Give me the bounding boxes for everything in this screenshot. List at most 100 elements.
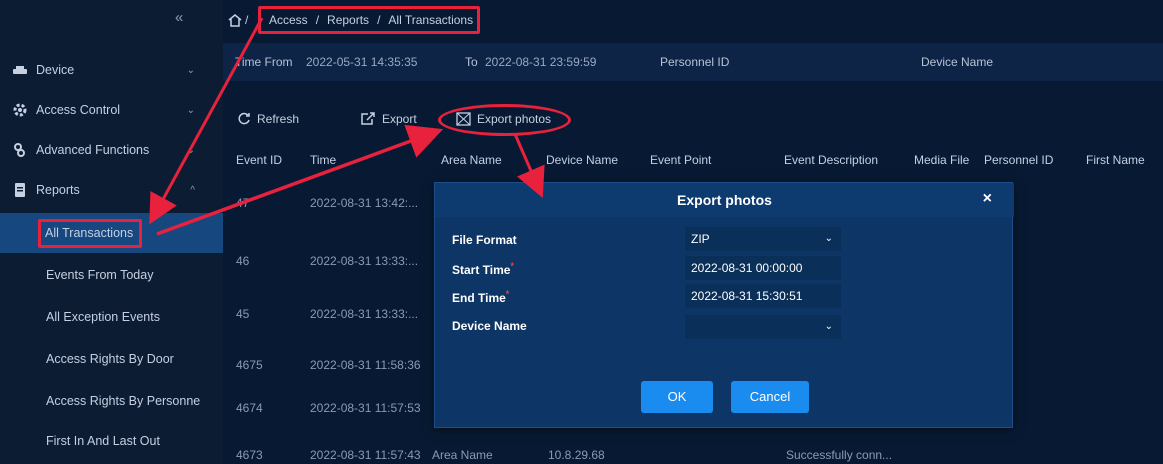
time-cell: 2022-08-31 11:57:53: [310, 401, 421, 415]
sidebar-item-label: Access Rights By Personne: [46, 394, 201, 408]
chevron-down-icon: ⌄: [186, 144, 195, 156]
column-header[interactable]: Event Description: [784, 153, 878, 167]
event-id-cell: 4675: [236, 358, 263, 372]
filter-bar: Time From 2022-05-31 14:35:35 To 2022-08…: [223, 43, 1163, 81]
gear-icon: [13, 103, 27, 117]
reports-icon: [15, 183, 25, 197]
start-time-input[interactable]: 2022-08-31 00:00:00: [685, 256, 841, 280]
dialog-title: Export photos: [435, 183, 1014, 217]
start-time-label: Start Time*: [452, 261, 514, 277]
refresh-label: Refresh: [257, 112, 300, 126]
sidebar-item-access-rights-by-door[interactable]: Access Rights By Door: [0, 339, 223, 379]
column-header[interactable]: Area Name: [441, 153, 502, 167]
table-header: Event ID Time Area Name Device Name Even…: [223, 143, 1163, 179]
breadcrumb-all-transactions: All Transactions: [388, 13, 474, 27]
breadcrumb-path: Access / Reports / All Transactions: [258, 6, 481, 34]
sidebar-item-label: Device: [36, 63, 75, 77]
close-icon[interactable]: ×: [983, 190, 992, 208]
toolbar: Refresh Export Export photos: [223, 100, 1163, 140]
required-mark: *: [505, 289, 510, 299]
start-time-value: 2022-08-31 00:00:00: [691, 261, 803, 275]
time-cell: 2022-08-31 13:33:...: [310, 254, 419, 268]
to-label: To: [465, 55, 478, 69]
sidebar-item-label: All Transactions: [38, 218, 143, 248]
end-time-label: End Time*: [452, 289, 509, 305]
sidebar-item-events-from-today[interactable]: Events From Today: [0, 255, 223, 295]
end-time-input[interactable]: 2022-08-31 15:30:51: [685, 284, 841, 308]
refresh-icon: [238, 112, 250, 125]
event-id-cell: 4673: [236, 448, 263, 462]
event-id-cell: 45: [236, 307, 250, 321]
personnel-id-label: Personnel ID: [660, 55, 730, 69]
breadcrumb-separator: /: [377, 13, 381, 27]
chevron-down-icon: ⌄: [186, 64, 195, 76]
area-name-cell: Area Name: [432, 448, 493, 462]
column-header[interactable]: First Name: [1086, 153, 1145, 167]
sidebar-item-access-rights-by-personnel[interactable]: Access Rights By Personne: [0, 381, 223, 421]
file-format-select[interactable]: ZIP ⌄: [685, 227, 841, 251]
time-cell: 2022-08-31 13:33:...: [310, 307, 419, 321]
time-cell: 2022-08-31 11:58:36: [310, 358, 421, 372]
column-header[interactable]: Event ID: [236, 153, 282, 167]
breadcrumb: / Access / Reports / All Transactions: [223, 0, 1163, 40]
photo-icon: [456, 112, 471, 126]
chevron-up-icon: ^: [190, 184, 195, 196]
export-label: Export: [382, 112, 417, 126]
breadcrumb-reports[interactable]: Reports: [327, 13, 369, 27]
sidebar-item-label: Access Rights By Door: [46, 352, 174, 366]
breadcrumb-separator: /: [315, 13, 320, 27]
export-icon: [361, 112, 375, 125]
breadcrumb-separator: /: [245, 13, 249, 27]
device-name-select[interactable]: ⌄: [685, 315, 841, 339]
sidebar-item-all-transactions[interactable]: All Transactions: [0, 213, 223, 253]
sidebar-item-advanced-functions[interactable]: Advanced Functions ⌄: [0, 130, 223, 170]
file-format-label: File Format: [452, 233, 517, 247]
start-time-label-text: Start Time: [452, 263, 511, 277]
sidebar-item-label: Advanced Functions: [36, 143, 150, 157]
device-icon: [13, 66, 27, 74]
chevron-down-icon: ⌄: [824, 321, 833, 332]
time-to-input[interactable]: 2022-08-31 23:59:59: [485, 55, 596, 69]
breadcrumb-access[interactable]: Access: [269, 13, 308, 27]
sidebar-item-label: Access Control: [36, 103, 121, 117]
device-name-label: Device Name: [452, 319, 527, 333]
end-time-value: 2022-08-31 15:30:51: [691, 289, 803, 303]
cancel-button[interactable]: Cancel: [731, 381, 809, 413]
export-button[interactable]: Export: [360, 112, 417, 126]
advanced-icon: [14, 143, 25, 157]
column-header[interactable]: Device Name: [546, 153, 618, 167]
end-time-label-text: End Time: [452, 291, 506, 305]
file-format-value: ZIP: [691, 232, 710, 246]
event-id-cell: 4674: [236, 401, 263, 415]
column-header[interactable]: Event Point: [650, 153, 711, 167]
sidebar-item-reports[interactable]: Reports ^: [0, 170, 223, 210]
sidebar-item-label: First In And Last Out: [46, 434, 160, 448]
sidebar-item-label: All Exception Events: [46, 310, 160, 324]
time-from-input[interactable]: 2022-05-31 14:35:35: [306, 55, 417, 69]
column-header[interactable]: Media File: [914, 153, 969, 167]
sidebar-item-first-in-last-out[interactable]: First In And Last Out: [0, 421, 223, 461]
sidebar-item-device[interactable]: Device ⌄: [0, 50, 223, 90]
time-cell: 2022-08-31 13:42:...: [310, 196, 419, 210]
column-header[interactable]: Time: [310, 153, 336, 167]
column-header[interactable]: Personnel ID: [984, 153, 1053, 167]
required-mark: *: [510, 261, 514, 271]
refresh-button[interactable]: Refresh: [237, 112, 299, 126]
table-row[interactable]: 4673 2022-08-31 11:57:43 Area Name 10.8.…: [223, 436, 1163, 464]
export-photos-label: Export photos: [477, 112, 552, 126]
device-name-cell: 10.8.29.68: [548, 448, 605, 462]
event-id-cell: 47: [236, 196, 250, 210]
chevron-down-icon: ⌄: [824, 233, 833, 244]
sidebar-item-access-control[interactable]: Access Control ⌄: [0, 90, 223, 130]
chevron-down-icon: ⌄: [186, 104, 195, 116]
event-description-cell: Successfully conn...: [786, 448, 893, 462]
home-icon[interactable]: [228, 14, 242, 27]
export-photos-button[interactable]: Export photos: [456, 112, 551, 126]
sidebar-item-label: Events From Today: [46, 268, 154, 282]
device-name-label: Device Name: [921, 55, 994, 69]
sidebar-item-all-exception-events[interactable]: All Exception Events: [0, 297, 223, 337]
ok-button[interactable]: OK: [641, 381, 713, 413]
event-id-cell: 46: [236, 254, 250, 268]
collapse-sidebar-icon[interactable]: «: [175, 9, 183, 26]
sidebar-item-label: Reports: [36, 183, 80, 197]
